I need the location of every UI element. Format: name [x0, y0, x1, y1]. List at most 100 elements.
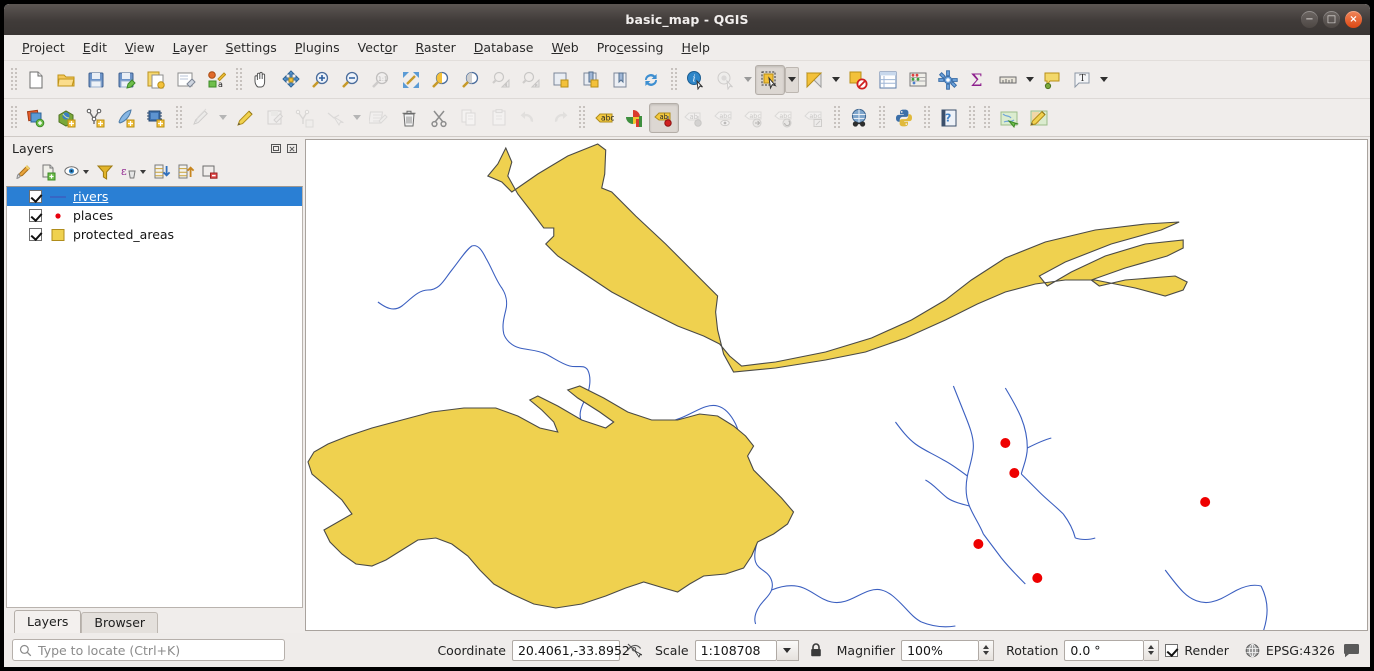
zoom-in-icon[interactable]: [306, 65, 336, 95]
annotation-dropdown[interactable]: [1097, 65, 1111, 95]
menu-view[interactable]: View: [116, 37, 164, 58]
rotation-input[interactable]: 0.0 °: [1064, 640, 1144, 661]
deselect-features-icon[interactable]: [799, 65, 829, 95]
statistical-summary-icon[interactable]: Σ: [963, 65, 993, 95]
scale-dropdown[interactable]: [777, 640, 799, 661]
highlight-pinned-labels-icon[interactable]: ab: [649, 103, 679, 133]
measure-dropdown[interactable]: [1023, 65, 1037, 95]
zoom-next-icon[interactable]: [516, 65, 546, 95]
toolbar-grip[interactable]: [877, 106, 886, 130]
open-data-source-manager-icon[interactable]: [21, 103, 51, 133]
run-feature-action-icon[interactable]: [711, 65, 741, 95]
refresh-icon[interactable]: [636, 65, 666, 95]
menu-database[interactable]: Database: [465, 37, 543, 58]
close-panel-button[interactable]: [286, 142, 299, 155]
map-tips-icon[interactable]: [1037, 65, 1067, 95]
style-manager-icon[interactable]: a: [201, 65, 231, 95]
add-spatialite-layer-icon[interactable]: [111, 103, 141, 133]
filter-legend-icon[interactable]: [94, 161, 116, 183]
vertex-tool-icon[interactable]: [320, 103, 350, 133]
toolbar-grip[interactable]: [174, 106, 183, 130]
toolbar-grip[interactable]: [982, 106, 991, 130]
tab-layers[interactable]: Layers: [14, 610, 81, 633]
toolbar-grip[interactable]: [922, 106, 931, 130]
toolbar-grip[interactable]: [832, 106, 841, 130]
manage-map-themes-icon[interactable]: [61, 161, 83, 183]
run-feature-action-dropdown[interactable]: [741, 65, 755, 95]
undock-panel-button[interactable]: [270, 142, 283, 155]
bookmarks-icon[interactable]: [606, 65, 636, 95]
open-project-icon[interactable]: [51, 65, 81, 95]
toolbar-grip[interactable]: [234, 68, 243, 92]
close-button[interactable]: ×: [1345, 11, 1362, 28]
menu-raster[interactable]: Raster: [406, 37, 464, 58]
zoom-out-icon[interactable]: [336, 65, 366, 95]
menu-vector[interactable]: Vector: [349, 37, 407, 58]
menu-processing[interactable]: Processing: [588, 37, 673, 58]
layer-visibility-checkbox[interactable]: [29, 190, 42, 203]
select-features-icon[interactable]: [755, 65, 785, 95]
render-checkbox[interactable]: [1165, 644, 1178, 657]
remove-layer-icon[interactable]: [199, 161, 221, 183]
map-canvas[interactable]: [305, 139, 1368, 631]
clear-selection-icon[interactable]: [843, 65, 873, 95]
zoom-full-icon[interactable]: [396, 65, 426, 95]
messages-icon[interactable]: [1343, 643, 1360, 658]
edit-map-icon[interactable]: [1024, 103, 1054, 133]
current-edits-dropdown[interactable]: [216, 103, 230, 133]
pin-labels-icon[interactable]: ab: [679, 103, 709, 133]
toolbar-grip[interactable]: [9, 106, 18, 130]
python-console-icon[interactable]: [889, 103, 919, 133]
layer-row-places[interactable]: places: [7, 206, 302, 225]
menu-settings[interactable]: Settings: [217, 37, 286, 58]
expression-filter-caret-icon[interactable]: [140, 170, 146, 174]
layer-visibility-checkbox[interactable]: [29, 228, 42, 241]
tab-browser[interactable]: Browser: [81, 612, 158, 633]
undo-icon[interactable]: [514, 103, 544, 133]
zoom-to-layer-icon[interactable]: [456, 65, 486, 95]
change-label-icon[interactable]: abc: [799, 103, 829, 133]
open-layer-styling-panel-icon[interactable]: [13, 161, 35, 183]
expand-all-icon[interactable]: [151, 161, 173, 183]
collapse-all-icon[interactable]: [175, 161, 197, 183]
locator-search-box[interactable]: Type to locate (Ctrl+K): [12, 639, 285, 661]
zoom-to-selection-icon[interactable]: [426, 65, 456, 95]
add-vector-layer-icon[interactable]: [51, 103, 81, 133]
cut-features-icon[interactable]: [424, 103, 454, 133]
identify-features-icon[interactable]: i: [681, 65, 711, 95]
toolbar-grip[interactable]: [669, 68, 678, 92]
vertex-tool-dropdown[interactable]: [350, 103, 364, 133]
add-mesh-layer-icon[interactable]: [141, 103, 171, 133]
menu-help[interactable]: Help: [672, 37, 719, 58]
lock-icon[interactable]: [809, 642, 823, 658]
layer-tree[interactable]: rivers places protected_areas: [6, 186, 303, 608]
menu-web[interactable]: Web: [542, 37, 587, 58]
add-delimited-text-layer-icon[interactable]: [81, 103, 111, 133]
paste-features-icon[interactable]: [484, 103, 514, 133]
new-print-layout-icon[interactable]: [141, 65, 171, 95]
new-project-icon[interactable]: [21, 65, 51, 95]
menu-project[interactable]: Project: [13, 37, 74, 58]
rotate-label-icon[interactable]: abc: [769, 103, 799, 133]
zoom-native-icon[interactable]: 1:1: [366, 65, 396, 95]
open-attribute-table-icon[interactable]: [873, 65, 903, 95]
deselect-features-dropdown[interactable]: [829, 65, 843, 95]
text-annotation-icon[interactable]: T: [1067, 65, 1097, 95]
magnifier-input[interactable]: 100%: [901, 640, 979, 661]
pan-to-selection-icon[interactable]: [276, 65, 306, 95]
refresh-view-2-icon[interactable]: [576, 65, 606, 95]
toolbar-grip[interactable]: [577, 106, 586, 130]
processing-toolbox-icon[interactable]: [933, 65, 963, 95]
layout-manager-icon[interactable]: [171, 65, 201, 95]
save-layer-edits-icon[interactable]: [260, 103, 290, 133]
add-feature-icon[interactable]: [290, 103, 320, 133]
metasearch-icon[interactable]: [844, 103, 874, 133]
pan-map-icon[interactable]: [246, 65, 276, 95]
save-project-icon[interactable]: [81, 65, 111, 95]
diagram-properties-icon[interactable]: [619, 103, 649, 133]
zoom-last-icon[interactable]: [486, 65, 516, 95]
crs-label[interactable]: EPSG:4326: [1266, 643, 1335, 658]
layer-row-protected-areas[interactable]: protected_areas: [7, 225, 302, 244]
layer-row-rivers[interactable]: rivers: [7, 187, 302, 206]
minimize-button[interactable]: −: [1301, 11, 1318, 28]
